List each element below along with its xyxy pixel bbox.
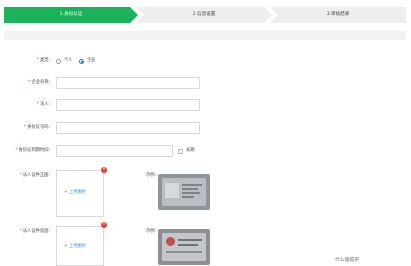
step-identity-verification: 1.身份认证 (4, 7, 138, 23)
id-back-upload-box[interactable]: + 上传图片 (56, 226, 104, 266)
id-number-input[interactable] (56, 122, 200, 134)
step-review-result: 3.审核结果 (270, 7, 406, 23)
step-info-settings: 2.信息设置 (136, 7, 272, 23)
long-term-label: 长期 (186, 148, 195, 153)
section-band (4, 31, 406, 40)
id-back-label: *法人证件反面: (19, 229, 50, 234)
id-front-label: *法人证件正面: (19, 173, 50, 178)
long-term-checkbox[interactable] (178, 148, 183, 154)
id-number-label: *身份证号码: (23, 125, 50, 130)
id-back-upload-label[interactable]: + 上传图片 (64, 244, 86, 250)
company-name-input[interactable] (56, 77, 200, 89)
radio-enterprise-circle[interactable] (79, 58, 84, 64)
long-term-option[interactable]: 长期 (178, 148, 200, 154)
id-back-remove-icon[interactable]: × (101, 222, 107, 228)
id-front-upload-label[interactable]: + 上传图片 (64, 190, 86, 196)
radio-personal[interactable]: 个人 (56, 58, 78, 64)
legal-person-input[interactable] (56, 99, 200, 111)
step-progress-bar: 1.身份认证 2.信息设置 3.审核结果 (4, 7, 406, 23)
id-back-sample-image (158, 229, 210, 265)
id-front-sample-image (158, 174, 210, 210)
radio-personal-circle[interactable] (56, 58, 61, 64)
emblem-icon (166, 237, 175, 246)
company-name-label: *企业名称: (28, 80, 50, 85)
id-validity-date-input[interactable] (56, 145, 173, 157)
watermark-text: 什么值得买 (335, 258, 359, 263)
id-front-upload-box[interactable]: + 上传图片 (56, 170, 104, 217)
id-front-remove-icon[interactable]: × (101, 167, 107, 173)
radio-enterprise[interactable]: 企业 (79, 58, 101, 64)
id-front-sample-label: 示例: (146, 173, 157, 178)
radio-personal-label: 个人 (64, 58, 73, 63)
id-back-sample-label: 示例: (146, 229, 157, 234)
radio-enterprise-label: 企业 (87, 58, 96, 63)
type-label: *类型: (36, 58, 50, 63)
legal-person-label: *法人: (36, 102, 50, 107)
id-validity-label: *身份证到期时间: (15, 148, 50, 153)
